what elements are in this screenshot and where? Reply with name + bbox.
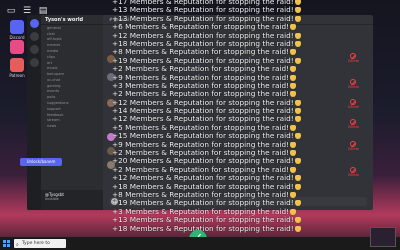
server-icon[interactable] (29, 45, 39, 54)
money-bag-icon (290, 24, 297, 31)
money-bag-icon (290, 141, 297, 148)
chat-bubble-icon[interactable]: ▭ (6, 6, 16, 16)
money-bag-icon (290, 74, 297, 81)
desktop-icon-app[interactable] (6, 40, 28, 55)
taskbar-search-input[interactable]: ⌕ Type here to search (14, 239, 66, 248)
money-bag-icon (294, 116, 301, 123)
money-bag-icon (290, 150, 297, 157)
money-bag-icon (294, 108, 301, 115)
app-icon (10, 40, 24, 54)
money-bag-icon (294, 57, 301, 64)
taskbar: ⌕ Type here to search (0, 237, 400, 250)
channel-item[interactable]: news (41, 123, 103, 129)
money-bag-icon (290, 124, 297, 131)
money-bag-icon (290, 49, 297, 56)
money-bag-icon (294, 158, 301, 165)
webcam-overlay (370, 227, 396, 247)
money-bag-icon (294, 217, 301, 224)
windows-start-icon[interactable] (3, 240, 10, 247)
user-panel: @Tysgsbt Invisible (41, 190, 103, 210)
money-bag-icon (294, 0, 301, 5)
reputation-line: +18 Members & Reputation for stopping th… (112, 224, 400, 233)
desktop-icon-patreon[interactable]: Patreon (6, 58, 28, 78)
desktop-icon-discord[interactable]: Discord (6, 20, 28, 40)
server-name[interactable]: Tyson's world (41, 15, 103, 25)
server-rail (27, 15, 41, 210)
money-bag-icon (290, 82, 297, 89)
add-server-icon[interactable] (29, 58, 39, 67)
patreon-icon (10, 58, 24, 72)
money-bag-icon (290, 91, 297, 98)
money-bag-icon (294, 32, 301, 39)
money-bag-icon (290, 66, 297, 73)
money-bag-icon (294, 225, 301, 232)
money-bag-icon (294, 15, 301, 22)
channel-list: Tyson's world general chat off-topic memes m… (41, 15, 103, 210)
money-bag-icon (290, 191, 297, 198)
unlock-button[interactable]: Unlock/banem (20, 158, 62, 166)
money-bag-icon (294, 99, 301, 106)
money-bag-icon (294, 200, 301, 207)
money-bag-icon (294, 40, 301, 47)
money-bag-icon (294, 175, 301, 182)
discord-icon (10, 20, 24, 34)
user-status: Invisible (45, 197, 59, 201)
home-server-icon[interactable] (29, 19, 39, 28)
money-bag-icon (294, 183, 301, 190)
server-icon[interactable] (29, 32, 39, 41)
reputation-overlay: +17 Members & Reputation for stopping th… (112, 0, 400, 233)
money-bag-icon (294, 7, 301, 14)
search-icon: ⌕ (16, 241, 19, 248)
money-bag-icon (290, 208, 297, 215)
money-bag-icon (290, 166, 297, 173)
money-bag-icon (294, 133, 301, 140)
